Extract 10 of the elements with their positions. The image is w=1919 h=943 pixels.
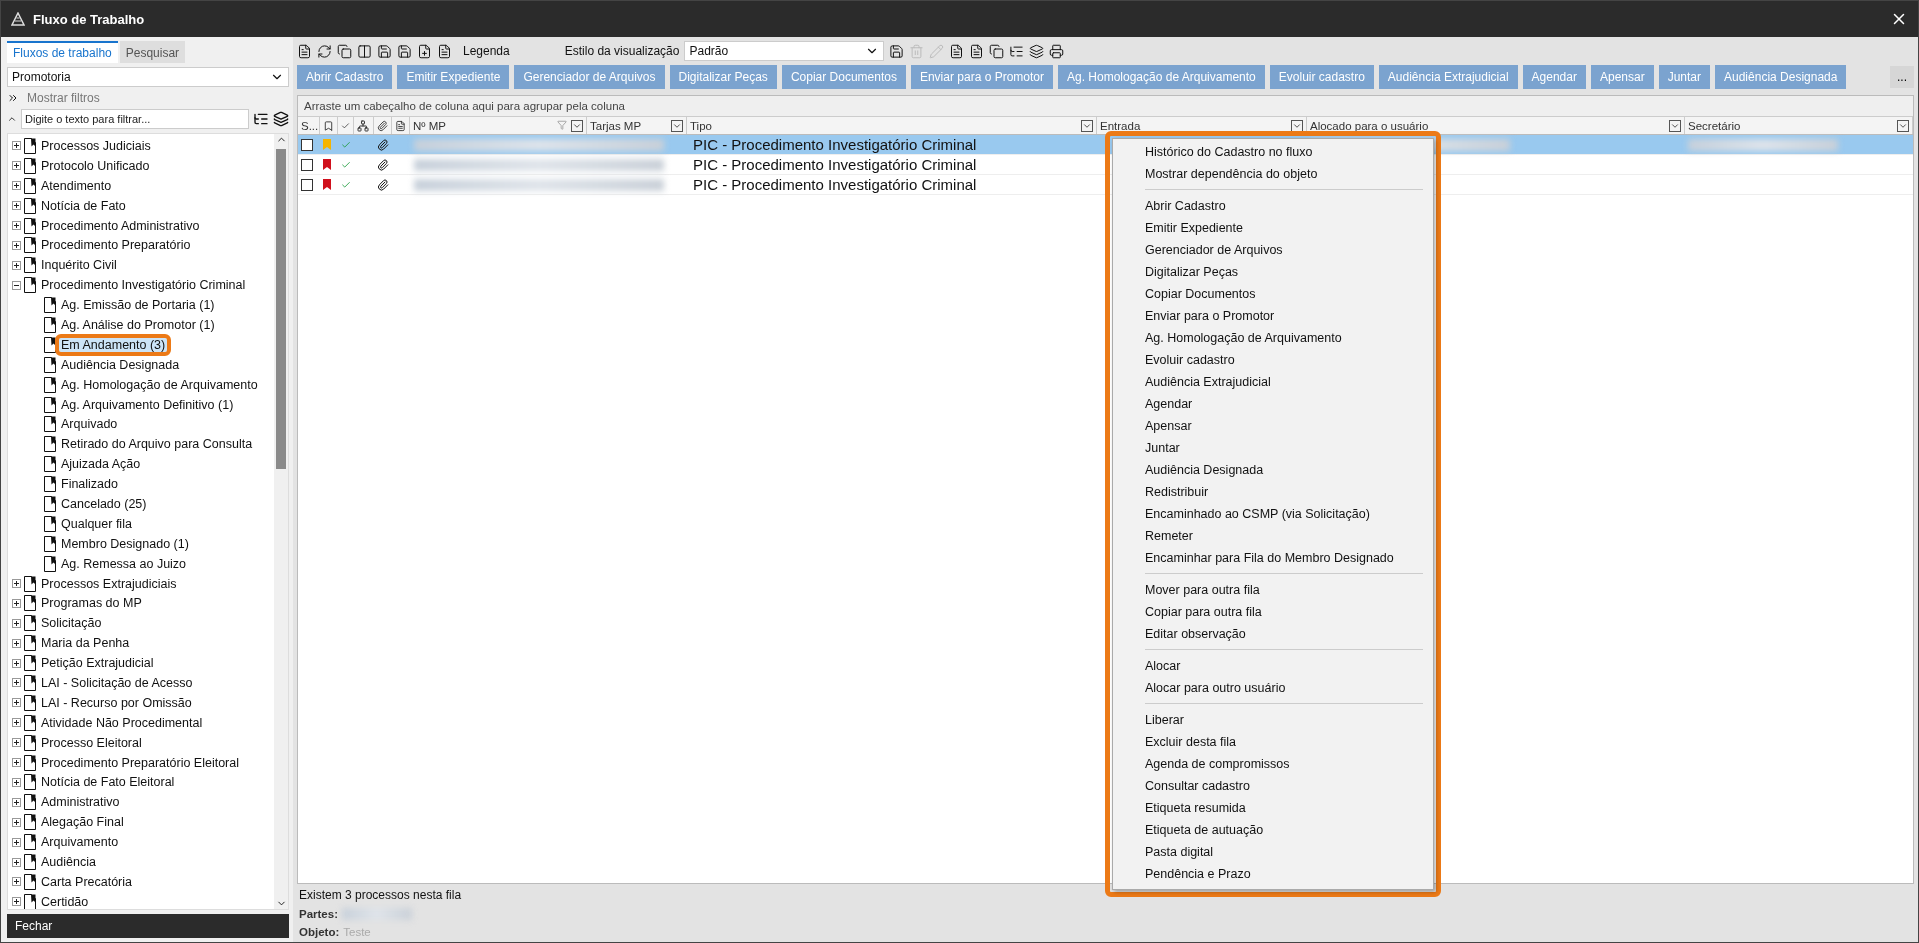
group-by-hint: Arraste um cabeçalho de coluna aqui para agrupar pela coluna <box>298 96 1913 117</box>
window-title: Fluxo de Trabalho <box>33 11 146 27</box>
table-cell-text: PIC - Procedimento Investigatório Criminal <box>692 175 978 194</box>
object-value: Teste <box>343 926 371 938</box>
view-style-label: Estilo da visualização <box>564 44 680 58</box>
table-cell-text: PIC - Procedimento Investigatório Criminal <box>692 135 978 154</box>
object-label: Objeto: <box>299 926 340 938</box>
table-cell-text: PIC - Procedimento Investigatório Criminal <box>692 155 978 174</box>
parties-label: Partes: <box>299 908 338 920</box>
record-count: Existem 3 processos nesta fila <box>299 888 463 902</box>
